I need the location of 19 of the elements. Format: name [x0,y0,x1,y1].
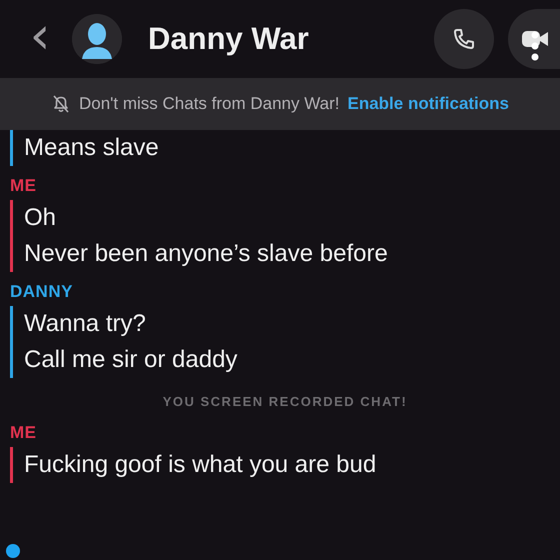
message-text: Call me sir or daddy [24,345,238,375]
contact-name: Danny War [148,21,310,57]
muted-bell-icon [50,94,71,114]
more-options-icon[interactable] [530,31,540,61]
message-text: Never been anyone’s slave before [24,239,389,269]
back-button[interactable]: ‹ [22,8,58,70]
message-text: Oh [24,203,58,233]
sender-name: DANNY [10,281,74,303]
message-text: Fucking goof is what you are bud [24,450,378,480]
notification-prompt: Don't miss Chats from Danny War! [78,94,340,114]
sender-name: ME [10,422,38,444]
phone-icon [452,27,476,51]
system-notice: YOU SCREEN RECORDED CHAT! [162,393,408,411]
enable-notifications-link[interactable]: Enable notifications [347,94,510,114]
video-call-button[interactable] [508,9,560,69]
message-text: Means slave [24,133,160,163]
message-text: Wanna try? [24,309,147,339]
sender-name: ME [10,175,38,197]
typing-indicator-icon [6,544,20,558]
